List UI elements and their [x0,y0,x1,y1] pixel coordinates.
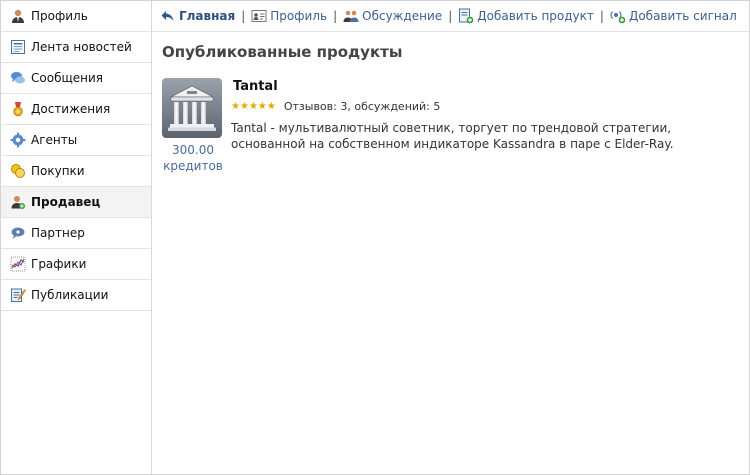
purchases-icon [10,163,26,179]
sidebar-item-partner[interactable]: Партнер [1,218,151,249]
achievements-icon [10,101,26,117]
product-rating-row: ★ ★ ★ ★ ★ Отзывов: 3, обсуждений: 5 [231,100,440,113]
product-thumbnail[interactable] [162,78,222,138]
sidebar-item-label: Достижения [31,102,111,116]
sidebar-item-label: Покупки [31,164,85,178]
add-signal-icon [610,8,626,24]
sidebar-item-label: Партнер [31,226,85,240]
main-content: Опубликованные продукты 300.00 кредитов … [152,32,749,474]
nav-add-signal-link[interactable]: Добавить сигнал [610,8,737,24]
nav-add-signal-label: Добавить сигнал [628,9,737,23]
star-icon: ★ [257,100,267,112]
sidebar-item-publications[interactable]: Публикации [1,280,151,311]
sidebar-item-newsfeed[interactable]: Лента новостей [1,32,151,63]
nav-profile-link[interactable]: Профиль [251,8,327,24]
product-price: 300.00 кредитов [162,142,224,174]
sidebar-item-label: Графики [31,257,87,271]
star-icon: ★ [248,100,258,112]
agents-icon [10,132,26,148]
sidebar-item-label: Агенты [31,133,78,147]
messages-icon [10,70,26,86]
nav-separator: | [599,9,604,23]
sidebar-item-profile[interactable]: Профиль [1,1,151,32]
sidebar: Профиль Лента новостей Сообщения Достиже… [1,1,152,474]
publications-icon [10,287,26,303]
product-card: 300.00 кредитов Tantal ★ ★ ★ ★ ★ Отзывов… [162,78,739,178]
product-stats: Отзывов: 3, обсуждений: 5 [283,100,441,113]
price-value: 300.00 [172,143,214,157]
sidebar-item-purchases[interactable]: Покупки [1,156,151,187]
rating-stars: ★ ★ ★ ★ ★ [231,100,276,112]
nav-separator: | [448,9,453,23]
app-frame: Профиль Лента новостей Сообщения Достиже… [0,0,750,475]
sidebar-item-label: Публикации [31,288,109,302]
nav-discussion-link[interactable]: Обсуждение [343,8,442,24]
nav-add-product-link[interactable]: Добавить продукт [458,8,594,24]
bank-building-icon [162,78,222,138]
add-product-icon [458,8,474,24]
profile-card-icon [251,8,267,24]
sidebar-item-label: Лента новостей [31,40,132,54]
partner-icon [10,225,26,241]
profile-icon [10,8,26,24]
seller-icon [10,194,26,210]
price-unit: кредитов [163,159,223,173]
sidebar-item-label: Продавец [31,195,101,209]
top-navigation: Главная | Профиль | Обсуждение | Добавит… [152,1,749,32]
star-icon: ★ [266,100,276,112]
discussion-people-icon [343,8,359,24]
product-title-link[interactable]: Tantal [233,79,278,94]
nav-home-label: Главная [179,9,236,23]
nav-profile-label: Профиль [270,9,328,23]
home-arrow-icon [160,8,176,24]
nav-home-link[interactable]: Главная [160,8,235,24]
sidebar-item-label: Профиль [31,9,88,23]
star-icon: ★ [239,100,249,112]
nav-separator: | [241,9,246,23]
star-icon: ★ [231,100,240,112]
page-title: Опубликованные продукты [162,43,403,61]
sidebar-item-achievements[interactable]: Достижения [1,94,151,125]
nav-discussion-label: Обсуждение [362,9,443,23]
sidebar-item-seller[interactable]: Продавец [1,187,151,218]
charts-icon [10,256,26,272]
newsfeed-icon [10,39,26,55]
product-description: Tantal - мультивалютный советник, торгуе… [231,121,674,151]
nav-add-product-label: Добавить продукт [477,9,594,23]
sidebar-item-agents[interactable]: Агенты [1,125,151,156]
sidebar-item-charts[interactable]: Графики [1,249,151,280]
sidebar-item-label: Сообщения [31,71,104,85]
sidebar-item-messages[interactable]: Сообщения [1,63,151,94]
nav-separator: | [333,9,338,23]
